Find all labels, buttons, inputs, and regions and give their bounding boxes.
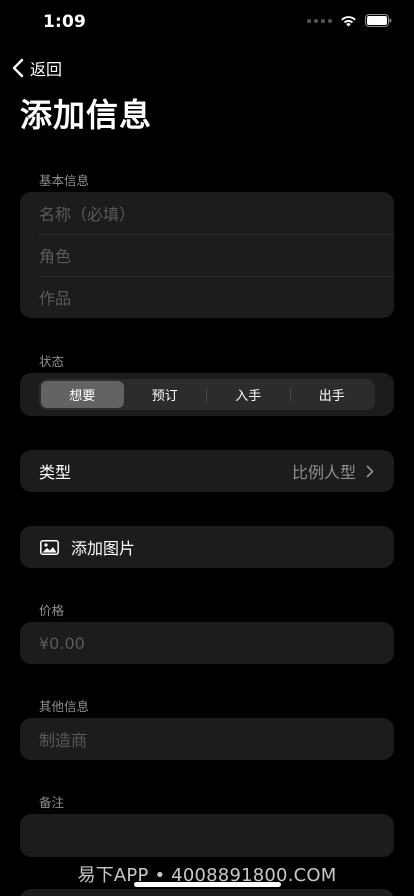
status-bar: 1:09 [0, 0, 414, 46]
character-field[interactable]: 角色 [20, 234, 394, 276]
notes-section-label: 备注 [39, 795, 65, 810]
price-card: ¥0.00 [20, 622, 394, 664]
type-label: 类型 [39, 463, 72, 482]
back-button[interactable]: 返回 [12, 56, 62, 80]
price-section-label: 价格 [39, 603, 65, 618]
name-field-placeholder: 名称（必填） [39, 205, 136, 224]
price-field[interactable]: ¥0.00 [20, 622, 394, 664]
page-title: 添加信息 [20, 96, 153, 134]
other-info-card: 制造商 [20, 718, 394, 760]
status-segment-want[interactable]: 想要 [41, 381, 124, 408]
type-value: 比例人型 [291, 463, 356, 482]
add-photo-button[interactable]: 添加图片 [20, 526, 394, 568]
chevron-left-icon [12, 58, 24, 78]
cellular-signal-icon [307, 18, 332, 23]
battery-icon [365, 14, 392, 27]
price-field-placeholder: ¥0.00 [39, 633, 85, 653]
back-label: 返回 [30, 60, 63, 79]
chevron-right-icon [366, 465, 374, 477]
work-field[interactable]: 作品 [20, 276, 394, 318]
wifi-icon [341, 15, 356, 26]
add-photo-card[interactable]: 添加图片 [20, 526, 394, 568]
status-segment-sold[interactable]: 出手 [291, 381, 374, 408]
type-value-wrap: 比例人型 [292, 459, 374, 483]
status-segment-preorder[interactable]: 预订 [124, 381, 207, 408]
next-card [20, 889, 394, 896]
manufacturer-field[interactable]: 制造商 [20, 718, 394, 760]
home-indicator[interactable] [134, 882, 281, 887]
name-field[interactable]: 名称（必填） [20, 192, 394, 234]
status-segment-owned[interactable]: 入手 [207, 381, 290, 408]
status-segmented-control: 想要 预订 入手 出手 [39, 379, 375, 410]
add-photo-label: 添加图片 [71, 539, 136, 558]
type-card[interactable]: 类型 比例人型 [20, 450, 394, 492]
photo-icon [40, 539, 59, 555]
status-time: 1:09 [43, 12, 87, 32]
type-row[interactable]: 类型 比例人型 [20, 450, 394, 492]
status-section-label: 状态 [39, 354, 65, 369]
status-icons [307, 14, 392, 27]
manufacturer-field-placeholder: 制造商 [39, 731, 88, 750]
basic-info-card: 名称（必填） 角色 作品 [20, 192, 394, 318]
other-info-section-label: 其他信息 [39, 699, 90, 714]
character-field-placeholder: 角色 [39, 247, 72, 266]
basic-info-section-label: 基本信息 [39, 173, 90, 188]
work-field-placeholder: 作品 [39, 289, 72, 308]
notes-field[interactable] [20, 814, 394, 857]
